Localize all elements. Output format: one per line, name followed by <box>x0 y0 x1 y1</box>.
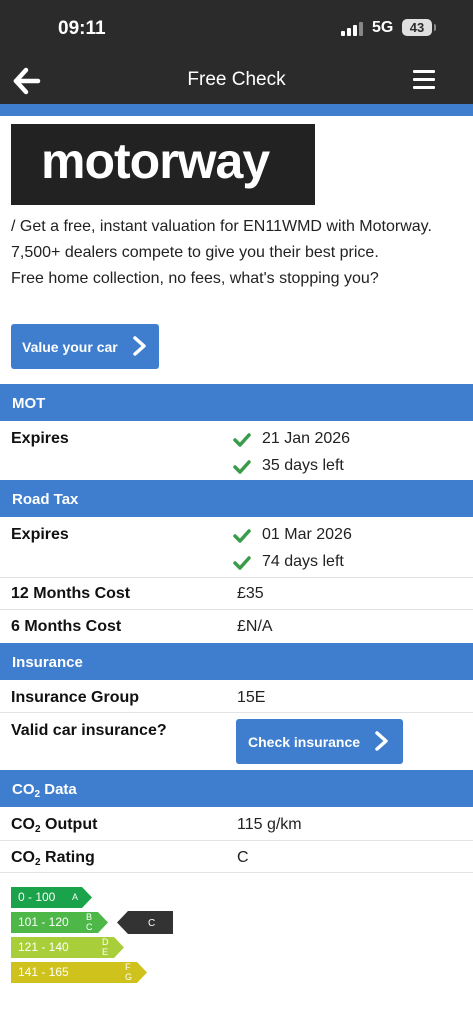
check-icon <box>233 556 251 570</box>
scrolled-section-header <box>0 104 473 116</box>
marker-shape <box>117 911 173 934</box>
road-tax-days-left: 74 days left <box>262 553 344 570</box>
road-tax-expires-label: Expires <box>11 526 69 543</box>
nav-bar: Free Check <box>0 58 473 104</box>
section-header-road-tax: Road Tax <box>0 480 473 517</box>
section-header-co2: CO2 Data <box>0 770 473 807</box>
signal-icon <box>341 22 365 36</box>
battery-icon: 43 <box>402 19 432 36</box>
co2-band-range: 121 - 140 <box>18 940 69 954</box>
co2-rating-value: C <box>237 849 249 866</box>
co2-band-letter: G <box>125 972 133 982</box>
co2-band-letter: F <box>125 962 131 972</box>
chevron-right-icon <box>130 335 150 357</box>
valid-insurance-label: Valid car insurance? <box>11 722 167 739</box>
co2-band-letter: D <box>102 937 109 947</box>
section-header-insurance: Insurance <box>0 643 473 680</box>
co2-rating-label: CO2 Rating <box>11 849 95 868</box>
mot-expiry-date: 21 Jan 2026 <box>262 430 351 447</box>
insurance-group-label: Insurance Group <box>11 689 140 706</box>
road-tax-expiry-date: 01 Mar 2026 <box>262 526 352 543</box>
promo-text: / Get a free, instant valuation for EN11… <box>11 214 466 292</box>
hamburger-menu-icon[interactable] <box>413 70 439 92</box>
twelve-months-cost-label: 12 Months Cost <box>11 585 131 602</box>
row-divider <box>0 577 473 578</box>
twelve-months-cost-value: £35 <box>237 585 264 602</box>
co2-band-letter: B <box>86 912 93 922</box>
co2-band-range: 0 - 100 <box>18 890 56 904</box>
promo-line-2: Free home collection, no fees, what's st… <box>11 270 379 287</box>
check-icon <box>233 460 251 474</box>
motorway-logo[interactable]: motorway <box>11 124 315 205</box>
value-your-car-label: Value your car <box>22 339 118 355</box>
value-your-car-button[interactable]: Value your car <box>11 324 159 369</box>
co2-band-3: 121 - 140 D E <box>11 937 124 958</box>
network-type: 5G <box>372 19 394 36</box>
status-bar: 09:11 5G 43 <box>0 0 473 58</box>
co2-output-label: CO2 Output <box>11 816 98 835</box>
check-insurance-button[interactable]: Check insurance <box>236 719 403 764</box>
co2-band-letter: E <box>102 947 109 957</box>
promo-line-1: / Get a free, instant valuation for EN11… <box>11 218 432 261</box>
mot-days-left: 35 days left <box>262 457 344 474</box>
chevron-right-icon <box>372 730 392 752</box>
co2-output-value: 115 g/km <box>237 816 302 833</box>
marker-letter: C <box>148 918 155 929</box>
co2-rating-marker: C <box>117 911 173 934</box>
co2-band-range: 101 - 120 <box>18 915 69 929</box>
section-header-mot: MOT <box>0 384 473 421</box>
row-divider <box>0 712 473 713</box>
row-divider <box>0 872 473 873</box>
six-months-cost-label: 6 Months Cost <box>11 618 122 635</box>
co2-band-4: 141 - 165 F G <box>11 962 147 983</box>
check-icon <box>233 529 251 543</box>
insurance-group-value: 15E <box>237 689 266 706</box>
check-insurance-label: Check insurance <box>248 734 361 750</box>
mot-expires-label: Expires <box>11 430 69 447</box>
battery-tip <box>434 24 436 31</box>
status-time: 09:11 <box>58 18 106 39</box>
co2-band-2: 101 - 120 B C <box>11 912 108 933</box>
row-divider <box>0 609 473 610</box>
co2-band-letter: A <box>72 892 79 902</box>
page-title: Free Check <box>187 69 286 90</box>
co2-band-range: 141 - 165 <box>18 965 69 979</box>
check-icon <box>233 433 251 447</box>
co2-band-letter: C <box>86 922 93 932</box>
row-divider <box>0 840 473 841</box>
co2-band-1: 0 - 100 A <box>11 887 92 908</box>
six-months-cost-value: £N/A <box>237 618 273 635</box>
